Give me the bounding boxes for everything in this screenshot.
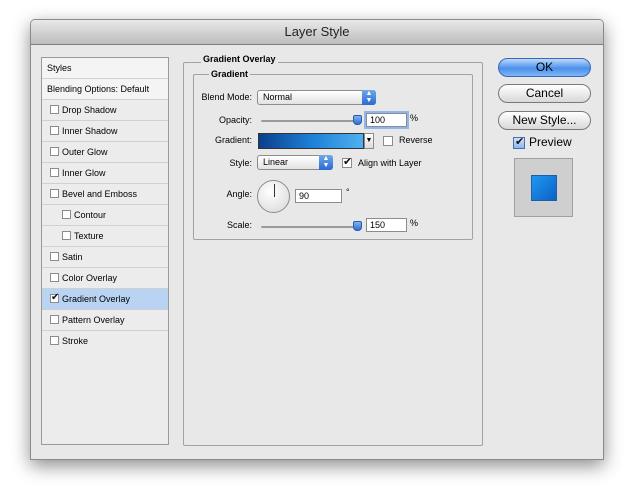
color-overlay-checkbox[interactable]	[50, 273, 59, 282]
preview-swatch	[531, 175, 557, 201]
style-item-inner-shadow[interactable]: Inner Shadow	[42, 121, 168, 142]
pattern-overlay-checkbox[interactable]	[50, 315, 59, 324]
inner-shadow-checkbox[interactable]	[50, 126, 59, 135]
layer-style-dialog: Layer Style Styles Blending Options: Def…	[30, 19, 604, 460]
blend-mode-value: Normal	[263, 92, 293, 102]
contour-checkbox[interactable]	[62, 210, 71, 219]
gradient-swatch[interactable]	[258, 133, 364, 149]
inner-glow-checkbox[interactable]	[50, 168, 59, 177]
texture-checkbox[interactable]	[62, 231, 71, 240]
style-item-label: Texture	[74, 231, 104, 241]
opacity-slider-thumb[interactable]	[353, 115, 362, 125]
style-item-label: Pattern Overlay	[62, 315, 125, 325]
chevron-updown-icon: ▲ ▼	[362, 90, 376, 105]
chevron-down-icon[interactable]: ▼	[364, 133, 374, 149]
bevel-emboss-checkbox[interactable]	[50, 189, 59, 198]
style-item-drop-shadow[interactable]: Drop Shadow	[42, 100, 168, 121]
angle-dial[interactable]	[257, 180, 290, 213]
gradient-overlay-checkbox[interactable]	[50, 291, 59, 305]
reverse-label: Reverse	[399, 135, 433, 145]
style-item-label: Color Overlay	[62, 273, 118, 283]
style-item-label: Outer Glow	[62, 147, 108, 157]
style-item-contour[interactable]: Contour	[42, 205, 168, 226]
scale-slider-thumb[interactable]	[353, 221, 362, 231]
scale-unit: %	[410, 218, 419, 228]
style-item-outer-glow[interactable]: Outer Glow	[42, 142, 168, 163]
opacity-unit: %	[410, 113, 419, 123]
blending-options-item[interactable]: Blending Options: Default	[42, 79, 168, 100]
outer-glow-checkbox[interactable]	[50, 147, 59, 156]
scale-input[interactable]: 150	[366, 218, 407, 232]
angle-unit: °	[346, 187, 350, 197]
style-item-inner-glow[interactable]: Inner Glow	[42, 163, 168, 184]
stroke-checkbox[interactable]	[50, 336, 59, 345]
style-item-pattern-overlay[interactable]: Pattern Overlay	[42, 310, 168, 331]
style-item-label: Stroke	[62, 336, 89, 346]
style-select[interactable]: Linear ▲ ▼	[257, 155, 333, 170]
chevron-updown-icon: ▲ ▼	[319, 155, 333, 170]
style-item-label: Inner Shadow	[62, 126, 118, 136]
panel-title: Gradient Overlay	[201, 54, 278, 64]
blend-mode-select[interactable]: Normal ▲ ▼	[257, 90, 376, 105]
reverse-checkbox[interactable]	[383, 136, 393, 146]
styles-list: Styles Blending Options: Default Drop Sh…	[41, 57, 169, 445]
satin-checkbox[interactable]	[50, 252, 59, 261]
opacity-label: Opacity:	[218, 115, 252, 125]
style-item-label: Inner Glow	[62, 168, 106, 178]
angle-dial-needle	[274, 184, 275, 197]
align-with-layer-label: Align with Layer	[358, 158, 422, 168]
styles-header[interactable]: Styles	[42, 58, 168, 79]
ok-button[interactable]: OK	[498, 58, 591, 77]
style-item-color-overlay[interactable]: Color Overlay	[42, 268, 168, 289]
style-item-label: Gradient Overlay	[62, 294, 131, 304]
preview-thumbnail	[514, 158, 573, 217]
cancel-button[interactable]: Cancel	[498, 84, 591, 103]
style-item-label: Bevel and Emboss	[62, 189, 138, 199]
style-value: Linear	[263, 157, 289, 167]
scale-slider-track[interactable]	[261, 226, 358, 228]
opacity-slider-track[interactable]	[261, 120, 358, 122]
style-item-stroke[interactable]: Stroke	[42, 331, 168, 352]
style-item-bevel-emboss[interactable]: Bevel and Emboss	[42, 184, 168, 205]
group-title: Gradient	[209, 69, 251, 79]
style-item-gradient-overlay[interactable]: Gradient Overlay	[42, 289, 168, 310]
style-label: Style:	[229, 158, 252, 168]
style-item-label: Contour	[74, 210, 107, 220]
drop-shadow-checkbox[interactable]	[50, 105, 59, 114]
preview-checkbox[interactable]	[513, 135, 525, 149]
styles-header-label: Styles	[47, 63, 72, 73]
opacity-input[interactable]: 100	[366, 113, 407, 127]
style-item-satin[interactable]: Satin	[42, 247, 168, 268]
angle-input[interactable]: 90	[295, 189, 342, 203]
align-with-layer-checkbox[interactable]	[342, 155, 352, 169]
new-style-button[interactable]: New Style...	[498, 111, 591, 130]
window-title: Layer Style	[31, 20, 603, 45]
gradient-label: Gradient:	[214, 135, 252, 145]
blending-options-label: Blending Options: Default	[47, 84, 150, 94]
scale-label: Scale:	[226, 220, 252, 230]
style-item-label: Satin	[62, 252, 83, 262]
angle-label: Angle:	[226, 189, 252, 199]
preview-label: Preview	[529, 135, 572, 149]
blend-mode-label: Blend Mode:	[201, 92, 252, 102]
style-item-texture[interactable]: Texture	[42, 226, 168, 247]
style-item-label: Drop Shadow	[62, 105, 117, 115]
